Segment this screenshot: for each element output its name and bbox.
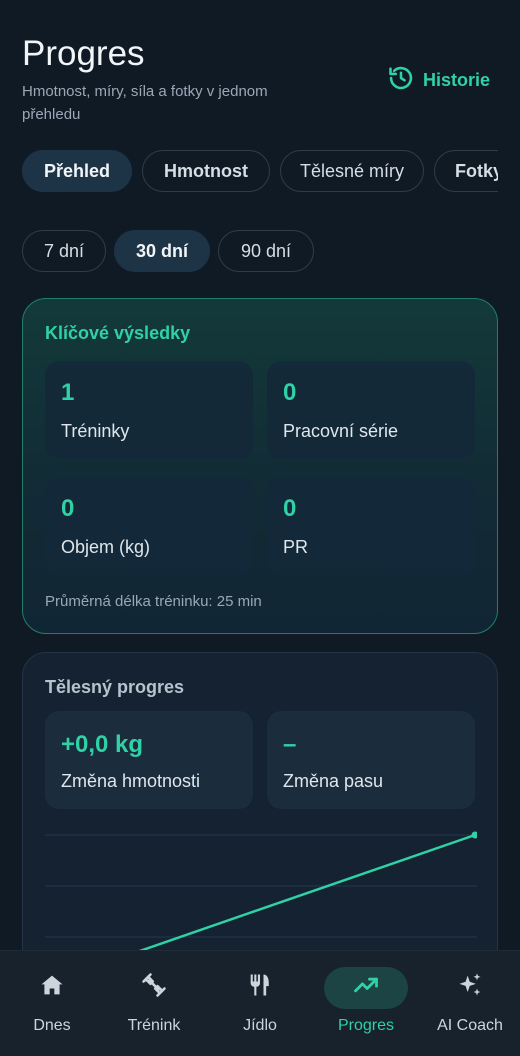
nav-label: Dnes (33, 1017, 71, 1034)
nav-item-today[interactable]: Dnes (0, 951, 104, 1056)
chart-trend-line (104, 833, 476, 963)
stat-working-sets: 0 Pracovní série (267, 361, 475, 459)
home-icon (38, 971, 66, 999)
nav-label: AI Coach (437, 1017, 503, 1034)
stat-label: Pracovní série (283, 421, 399, 441)
stat-value: 1 (61, 379, 75, 406)
nav-item-food[interactable]: Jídlo (208, 951, 312, 1056)
body-progress-chart (45, 831, 477, 963)
stat-label: Objem (kg) (61, 537, 151, 557)
stat-waist-change: – Změna pasu (267, 711, 475, 809)
average-workout-duration: Průměrná délka tréninku: 25 min (45, 593, 262, 610)
section-tabs: PřehledHmotnostTělesné míryFotky (22, 150, 498, 192)
range-selector: 7 dní 30 dní 90 dní (22, 230, 322, 272)
nav-label: Jídlo (243, 1017, 277, 1034)
nav-label: Trénink (127, 1017, 181, 1034)
stat-value: 0 (283, 379, 297, 406)
trend-icon (352, 971, 380, 999)
stat-value: – (283, 731, 297, 758)
stat-value: 0 (61, 495, 75, 522)
nav-item-ai-coach[interactable]: AI Coach (418, 951, 520, 1056)
tab-body-measurements[interactable]: Tělesné míry (280, 150, 424, 192)
page-title: Progres (22, 34, 145, 73)
stat-value: 0 (283, 495, 297, 522)
stat-volume: 0 Objem (kg) (45, 477, 253, 575)
body-progress-title: Tělesný progres (45, 677, 185, 697)
tab-weight[interactable]: Hmotnost (142, 150, 270, 192)
history-button[interactable]: Historie (387, 64, 490, 97)
page-subtitle: Hmotnost, míry, síla a fotky v jednom př… (22, 83, 268, 123)
bottom-navigation: Dnes Trénink Jídlo Progres AI Coach (0, 950, 520, 1056)
stat-weight-change: +0,0 kg Změna hmotnosti (45, 711, 253, 809)
stat-pr: 0 PR (267, 477, 475, 575)
tab-overview[interactable]: Přehled (22, 150, 132, 192)
history-icon (387, 64, 415, 97)
nav-item-progress[interactable]: Progres (314, 951, 418, 1056)
range-90-days[interactable]: 90 dní (218, 230, 314, 272)
nav-item-workout[interactable]: Trénink (102, 951, 206, 1056)
stat-workouts: 1 Tréninky (45, 361, 253, 459)
tab-photos[interactable]: Fotky (434, 150, 498, 192)
key-results-card: Klíčové výsledky 1 Tréninky 0 Pracovní s… (22, 298, 498, 634)
stat-label: Změna pasu (283, 771, 384, 791)
range-7-days[interactable]: 7 dní (22, 230, 106, 272)
dumbbell-icon (140, 971, 168, 999)
stat-label: Změna hmotnosti (61, 771, 201, 791)
stat-label: PR (283, 537, 309, 557)
key-results-title: Klíčové výsledky (45, 323, 191, 343)
progress-screen: Progres Hmotnost, míry, síla a fotky v j… (0, 0, 520, 1056)
range-30-days[interactable]: 30 dní (114, 230, 210, 272)
fork-knife-icon (246, 971, 274, 999)
sparkles-icon (456, 971, 484, 999)
history-label: Historie (422, 70, 490, 90)
stat-label: Tréninky (61, 421, 130, 441)
chart-point (471, 831, 477, 839)
nav-label: Progres (337, 1017, 395, 1034)
stat-value: +0,0 kg (61, 731, 144, 758)
